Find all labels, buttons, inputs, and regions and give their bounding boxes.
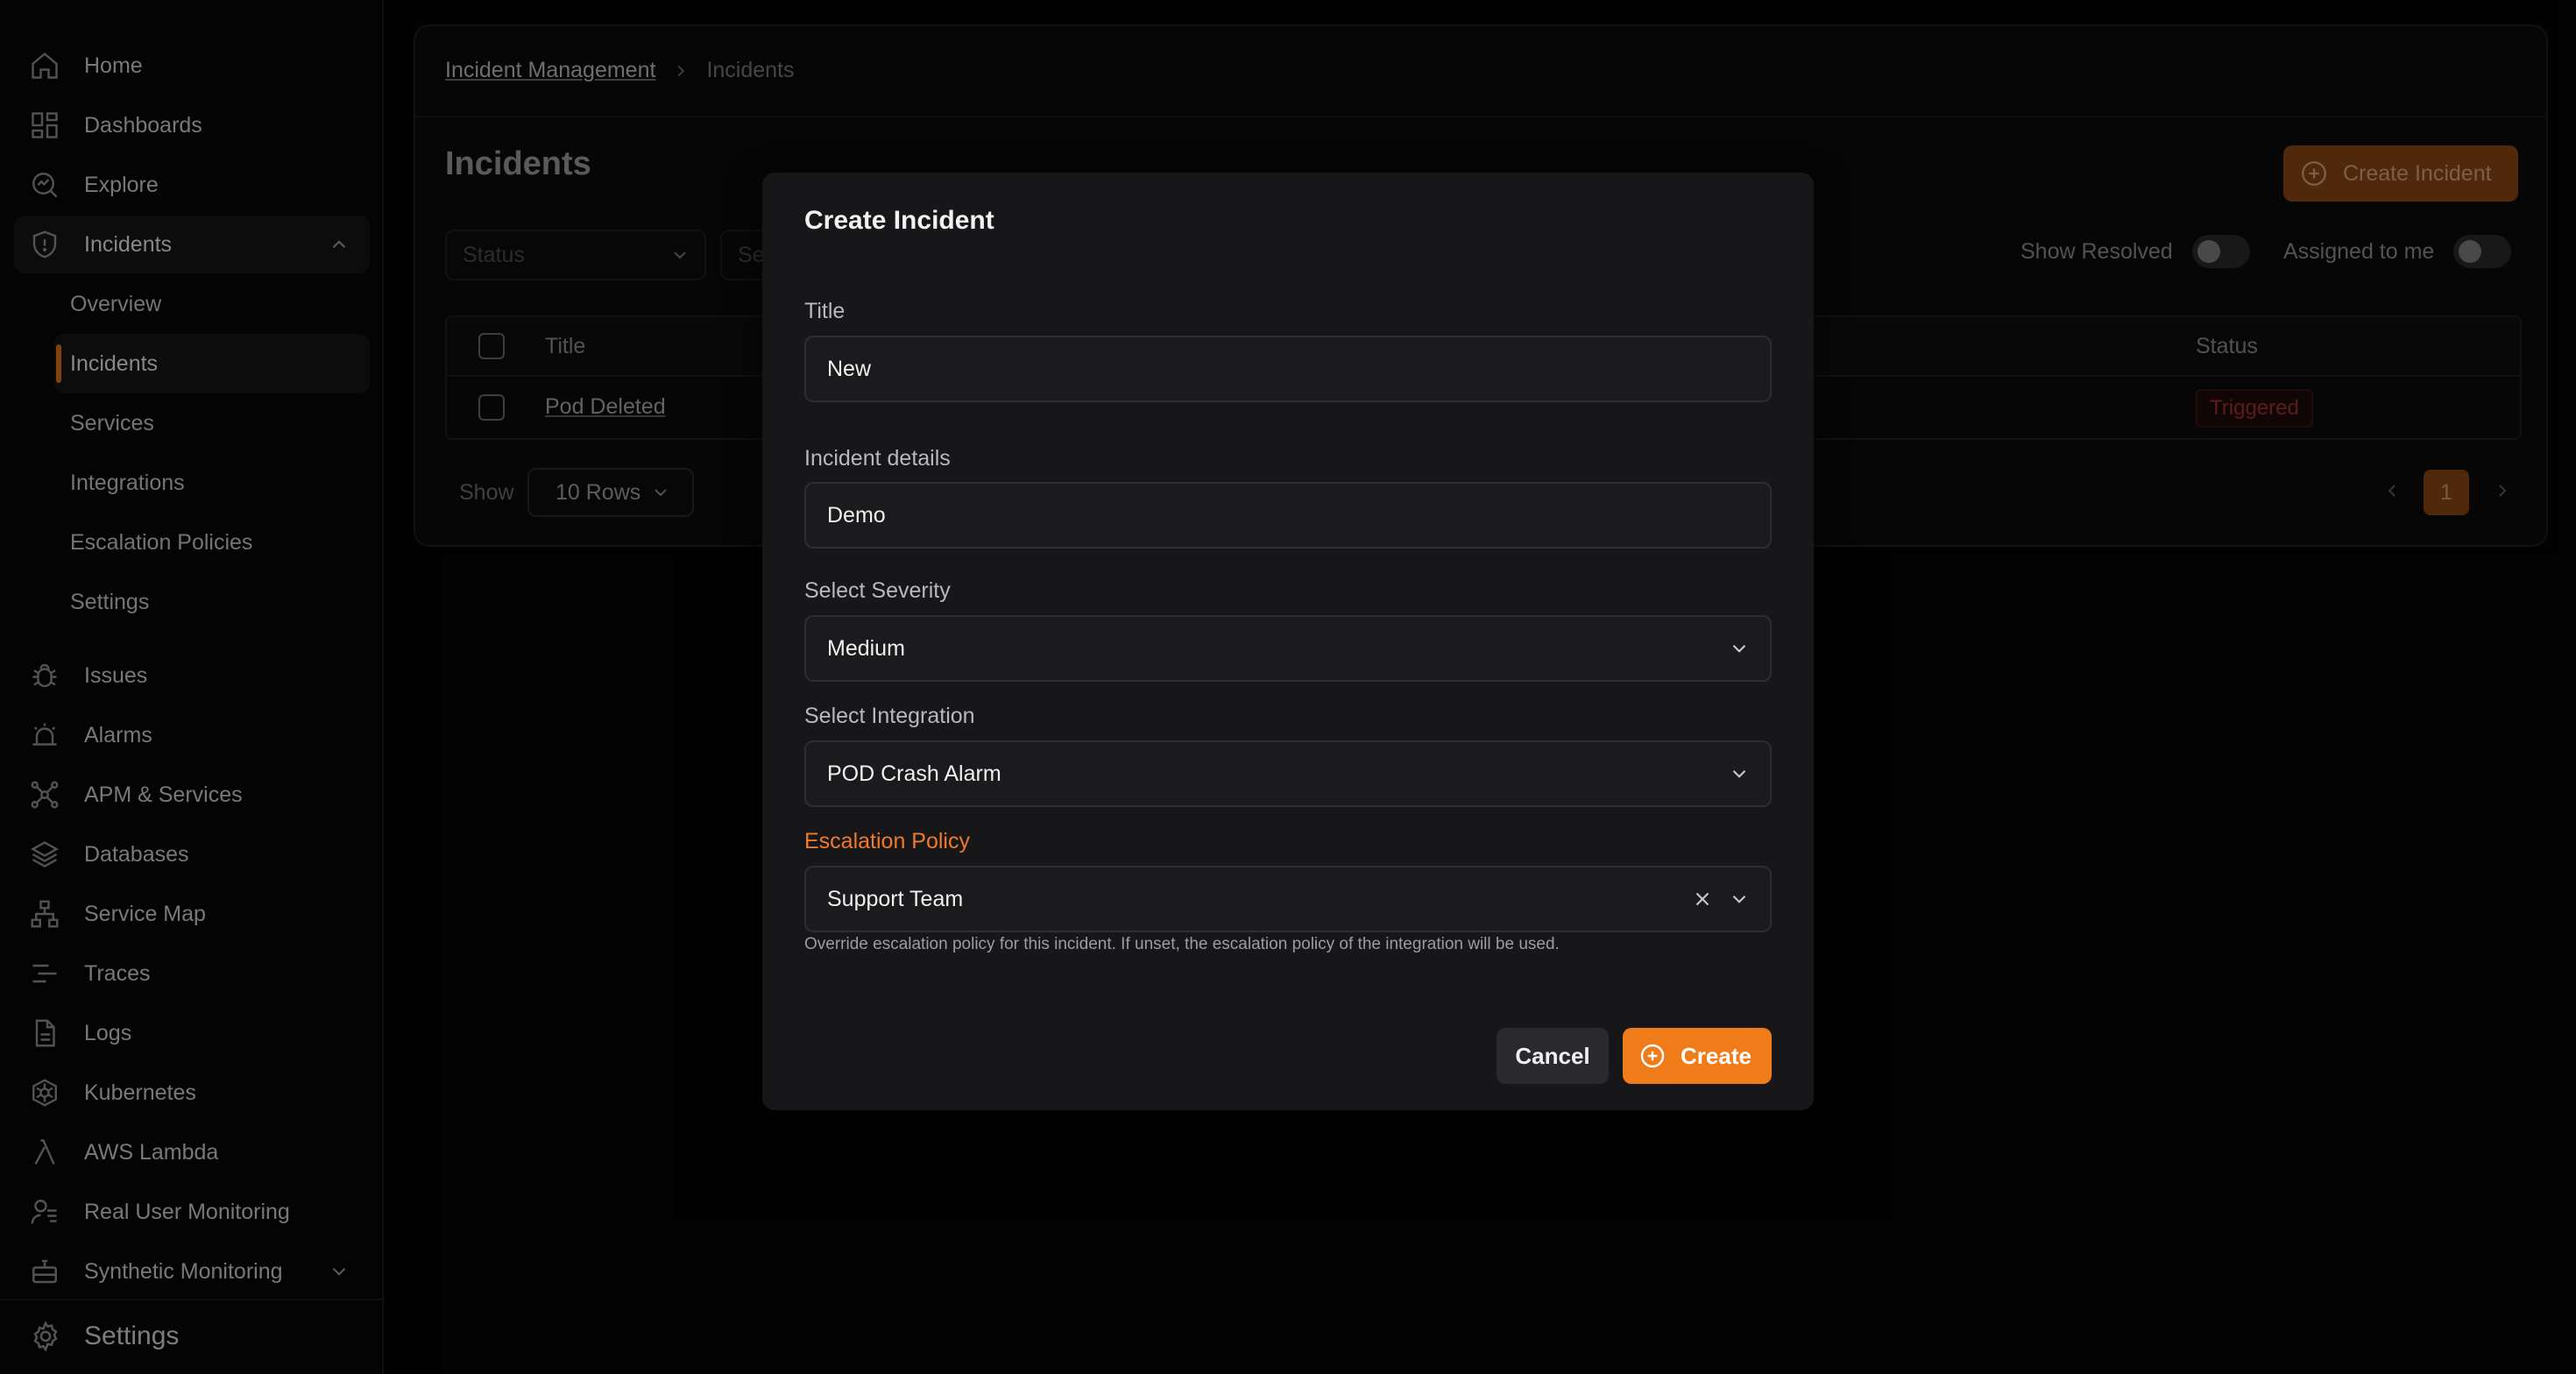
title-field-label: Title <box>804 299 846 323</box>
plus-circle-icon <box>1638 1042 1667 1070</box>
incident-details-label: Incident details <box>804 446 951 471</box>
chevron-down-icon <box>1728 637 1751 660</box>
severity-value: Medium <box>827 635 905 661</box>
severity-label: Select Severity <box>804 578 951 603</box>
incident-details-input[interactable]: Demo <box>804 482 1772 549</box>
integration-label: Select Integration <box>804 704 975 728</box>
chevron-down-icon[interactable] <box>1728 888 1751 910</box>
modal-title: Create Incident <box>804 206 994 235</box>
severity-select[interactable]: Medium <box>804 615 1772 682</box>
title-input-value: New <box>827 356 872 381</box>
title-input[interactable]: New <box>804 336 1772 402</box>
cancel-label: Cancel <box>1515 1042 1590 1069</box>
escalation-policy-label: Escalation Policy <box>804 829 970 853</box>
incident-details-value: Demo <box>827 502 886 528</box>
create-label: Create <box>1681 1042 1752 1069</box>
create-button[interactable]: Create <box>1623 1028 1772 1084</box>
escalation-policy-help-text: Override escalation policy for this inci… <box>804 935 1560 953</box>
create-incident-modal: Create Incident Title New Incident detai… <box>762 173 1814 1110</box>
cancel-button[interactable]: Cancel <box>1497 1028 1609 1084</box>
integration-value: POD Crash Alarm <box>827 761 1001 786</box>
chevron-down-icon <box>1728 762 1751 785</box>
close-icon[interactable] <box>1691 888 1714 910</box>
escalation-policy-value: Support Team <box>827 886 964 911</box>
escalation-policy-select[interactable]: Support Team <box>804 866 1772 932</box>
integration-select[interactable]: POD Crash Alarm <box>804 740 1772 807</box>
